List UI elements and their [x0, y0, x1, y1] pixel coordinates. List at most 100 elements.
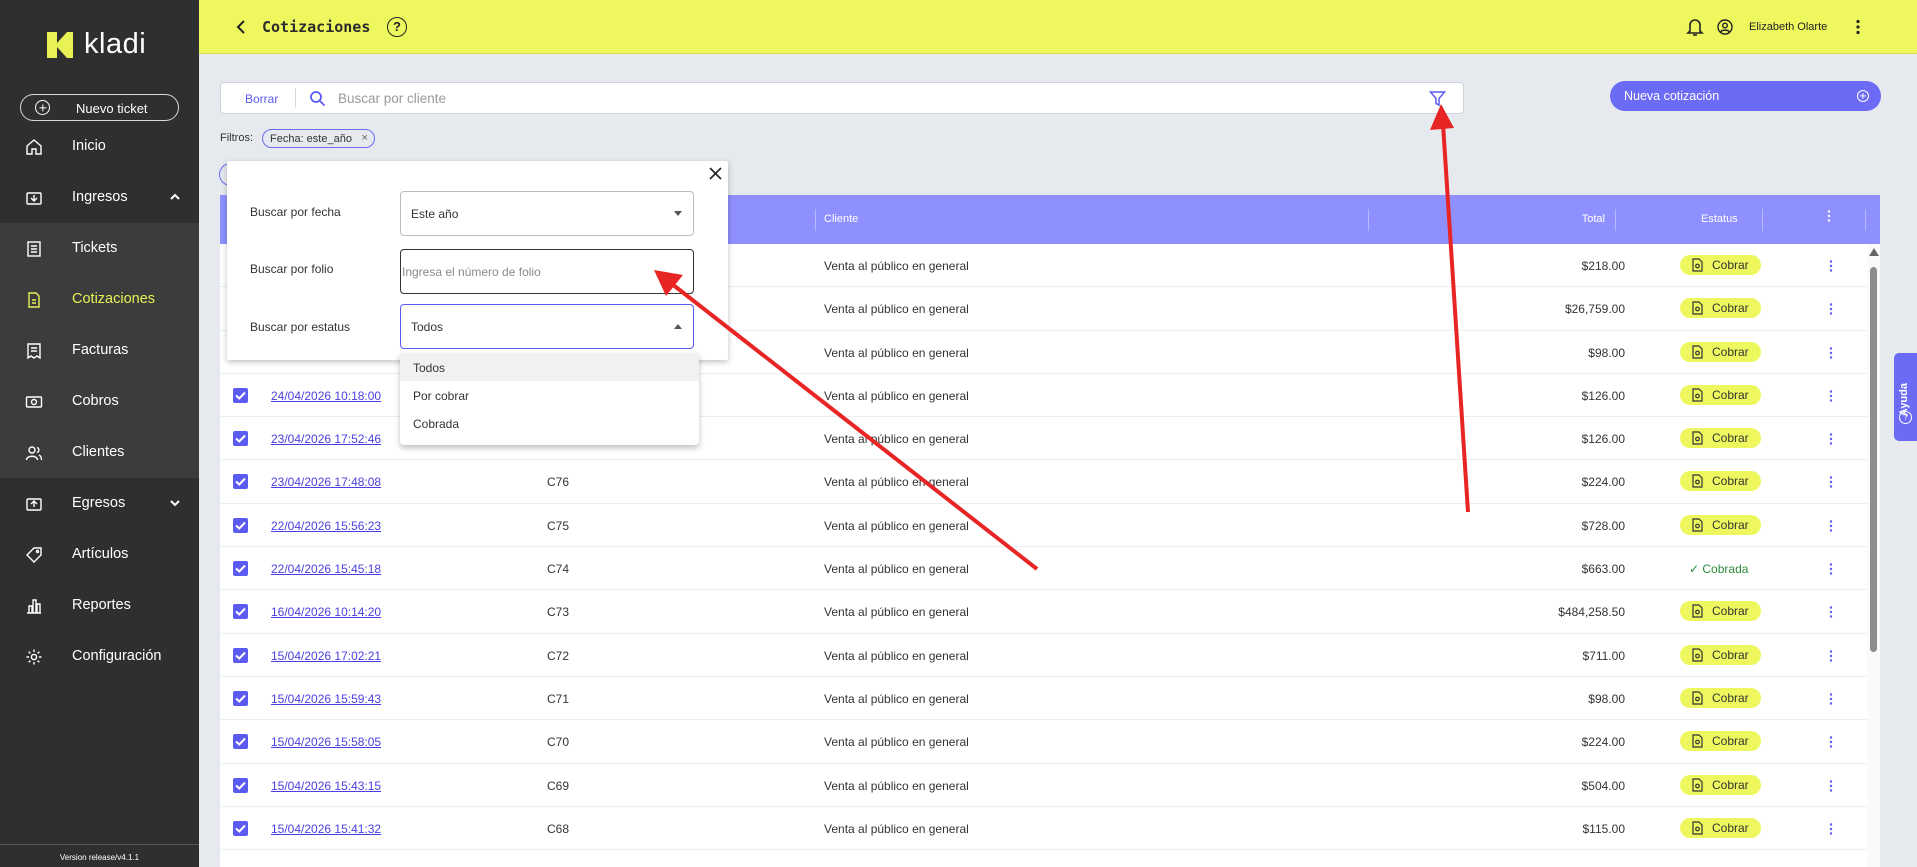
collect-button[interactable]: Cobrar: [1680, 514, 1761, 535]
sidebar-item-tickets[interactable]: Tickets: [0, 223, 199, 274]
sidebar-item-inicio[interactable]: Inicio: [0, 121, 199, 172]
table-row[interactable]: 22/04/2026 15:56:23 C75 Venta al público e…: [220, 504, 1870, 548]
row-options-icon[interactable]: [1825, 605, 1837, 619]
sidebar-item-configuracion[interactable]: Configuración: [0, 631, 199, 682]
row-checkbox[interactable]: [233, 647, 248, 663]
row-checkbox[interactable]: [233, 820, 248, 836]
new-ticket-button[interactable]: Nuevo ticket: [20, 94, 179, 121]
row-checkbox[interactable]: [233, 777, 248, 793]
row-checkbox[interactable]: [233, 734, 248, 750]
quote-date-link[interactable]: 15/04/2026 15:41:32: [271, 822, 381, 836]
column-header-status[interactable]: Estatus: [1701, 213, 1738, 225]
collect-button[interactable]: Cobrar: [1680, 687, 1761, 708]
quote-client: Venta al público en general: [824, 562, 969, 577]
sidebar-item-cobros[interactable]: Cobros: [0, 376, 199, 427]
row-options-icon[interactable]: [1825, 302, 1837, 316]
folio-input[interactable]: [402, 262, 687, 282]
table-row[interactable]: 22/04/2026 15:45:18 C74 Venta al público e…: [220, 547, 1870, 591]
row-options-icon[interactable]: [1825, 779, 1837, 793]
row-options-icon[interactable]: [1825, 389, 1837, 403]
quote-date-link[interactable]: 23/04/2026 17:48:08: [271, 475, 381, 489]
new-quote-button[interactable]: Nueva cotización: [1610, 81, 1881, 111]
row-options-icon[interactable]: [1825, 822, 1837, 836]
table-row[interactable]: 15/04/2026 15:58:05 C70 Venta al público e…: [220, 720, 1870, 764]
row-checkbox[interactable]: [233, 431, 248, 447]
sidebar-item-ingresos[interactable]: Ingresos: [0, 172, 199, 223]
row-options-icon[interactable]: [1825, 475, 1837, 489]
table-row[interactable]: 16/04/2026 10:14:20 C73 Venta al público e…: [220, 590, 1870, 634]
help-tab[interactable]: Ayuda ?: [1894, 353, 1917, 441]
row-checkbox[interactable]: [233, 604, 248, 620]
sidebar-nav: Inicio Ingresos Tickets Cotizaciones Fac…: [0, 121, 199, 682]
quote-date-link[interactable]: 15/04/2026 15:59:43: [271, 692, 381, 706]
row-checkbox[interactable]: [233, 690, 248, 706]
collect-button[interactable]: Cobrar: [1680, 644, 1761, 665]
user-account-icon[interactable]: [1717, 19, 1733, 35]
row-options-icon[interactable]: [1825, 346, 1837, 360]
row-checkbox[interactable]: [233, 474, 248, 490]
kladi-logo[interactable]: kladi: [45, 28, 146, 61]
quote-date-link[interactable]: 23/04/2026 17:52:46: [271, 432, 381, 446]
folio-filter-field[interactable]: [400, 249, 694, 294]
row-checkbox[interactable]: [233, 561, 248, 577]
column-header-client[interactable]: Cliente: [824, 213, 858, 225]
quote-date-link[interactable]: 15/04/2026 15:58:05: [271, 735, 381, 749]
collect-button[interactable]: Cobrar: [1680, 428, 1761, 449]
collect-button[interactable]: Cobrar: [1680, 731, 1761, 752]
back-arrow-icon[interactable]: [233, 19, 249, 35]
filter-chip-date[interactable]: Fecha: este_año ×: [262, 129, 375, 148]
row-options-icon[interactable]: [1825, 649, 1837, 663]
clear-search-button[interactable]: Borrar: [245, 92, 278, 106]
table-row[interactable]: 15/04/2026 15:59:43 C71 Venta al público e…: [220, 677, 1870, 721]
row-options-icon[interactable]: [1825, 562, 1837, 576]
help-icon[interactable]: ?: [387, 17, 407, 37]
collect-button[interactable]: Cobrar: [1680, 817, 1761, 838]
row-options-icon[interactable]: [1825, 692, 1837, 706]
quote-date-link[interactable]: 15/04/2026 15:43:15: [271, 779, 381, 793]
status-option-cobrada[interactable]: Cobrada: [400, 409, 699, 437]
quote-date-link[interactable]: 22/04/2026 15:45:18: [271, 562, 381, 576]
collect-button[interactable]: Cobrar: [1680, 298, 1761, 319]
column-header-total[interactable]: Total: [1582, 213, 1605, 225]
row-options-icon[interactable]: [1825, 259, 1837, 273]
remove-filter-icon[interactable]: ×: [362, 132, 368, 144]
date-filter-select[interactable]: Este año: [400, 191, 694, 236]
table-row[interactable]: 15/04/2026 15:43:15 C69 Venta al público e…: [220, 764, 1870, 807]
row-options-icon[interactable]: [1825, 519, 1837, 533]
sidebar-item-reportes[interactable]: Reportes: [0, 580, 199, 631]
filter-icon[interactable]: [1429, 90, 1446, 107]
collect-button[interactable]: Cobrar: [1680, 601, 1761, 622]
collect-button[interactable]: Cobrar: [1680, 341, 1761, 362]
row-checkbox[interactable]: [233, 387, 248, 403]
bell-icon[interactable]: [1686, 17, 1704, 37]
quote-date-link[interactable]: 16/04/2026 10:14:20: [271, 605, 381, 619]
status-option-todos[interactable]: Todos: [400, 353, 699, 381]
more-options-icon[interactable]: [1850, 19, 1866, 35]
scrollbar-thumb[interactable]: [1870, 267, 1877, 652]
user-name[interactable]: Elizabeth Olarte: [1749, 21, 1827, 33]
search-input[interactable]: [338, 87, 1388, 109]
sidebar-item-articulos[interactable]: Artículos: [0, 529, 199, 580]
status-option-por-cobrar[interactable]: Por cobrar: [400, 381, 699, 409]
collect-button[interactable]: Cobrar: [1680, 384, 1761, 405]
row-options-icon[interactable]: [1825, 432, 1837, 446]
table-row[interactable]: 15/04/2026 17:02:21 C72 Venta al público e…: [220, 634, 1870, 677]
quote-date-link[interactable]: 22/04/2026 15:56:23: [271, 519, 381, 533]
sidebar-item-egresos[interactable]: Egresos: [0, 478, 199, 529]
sidebar-item-facturas[interactable]: Facturas: [0, 325, 199, 376]
collect-button[interactable]: Cobrar: [1680, 774, 1761, 795]
close-icon[interactable]: [708, 166, 723, 181]
quote-date-link[interactable]: 24/04/2026 10:18:00: [271, 389, 381, 403]
quote-date-link[interactable]: 15/04/2026 17:02:21: [271, 649, 381, 663]
table-row[interactable]: 23/04/2026 17:48:08 C76 Venta al público e…: [220, 460, 1870, 504]
scroll-up-arrow-icon[interactable]: [1869, 248, 1879, 256]
row-options-icon[interactable]: [1825, 735, 1837, 749]
column-options-icon[interactable]: [1823, 209, 1835, 223]
collect-button[interactable]: Cobrar: [1680, 471, 1761, 492]
row-checkbox[interactable]: [233, 517, 248, 533]
sidebar-item-clientes[interactable]: Clientes: [0, 427, 199, 478]
table-row[interactable]: 15/04/2026 15:41:32 C68 Venta al público e…: [220, 807, 1870, 851]
collect-button[interactable]: Cobrar: [1680, 255, 1761, 275]
sidebar-item-cotizaciones[interactable]: Cotizaciones: [0, 274, 199, 325]
status-filter-select[interactable]: Todos: [400, 304, 694, 349]
